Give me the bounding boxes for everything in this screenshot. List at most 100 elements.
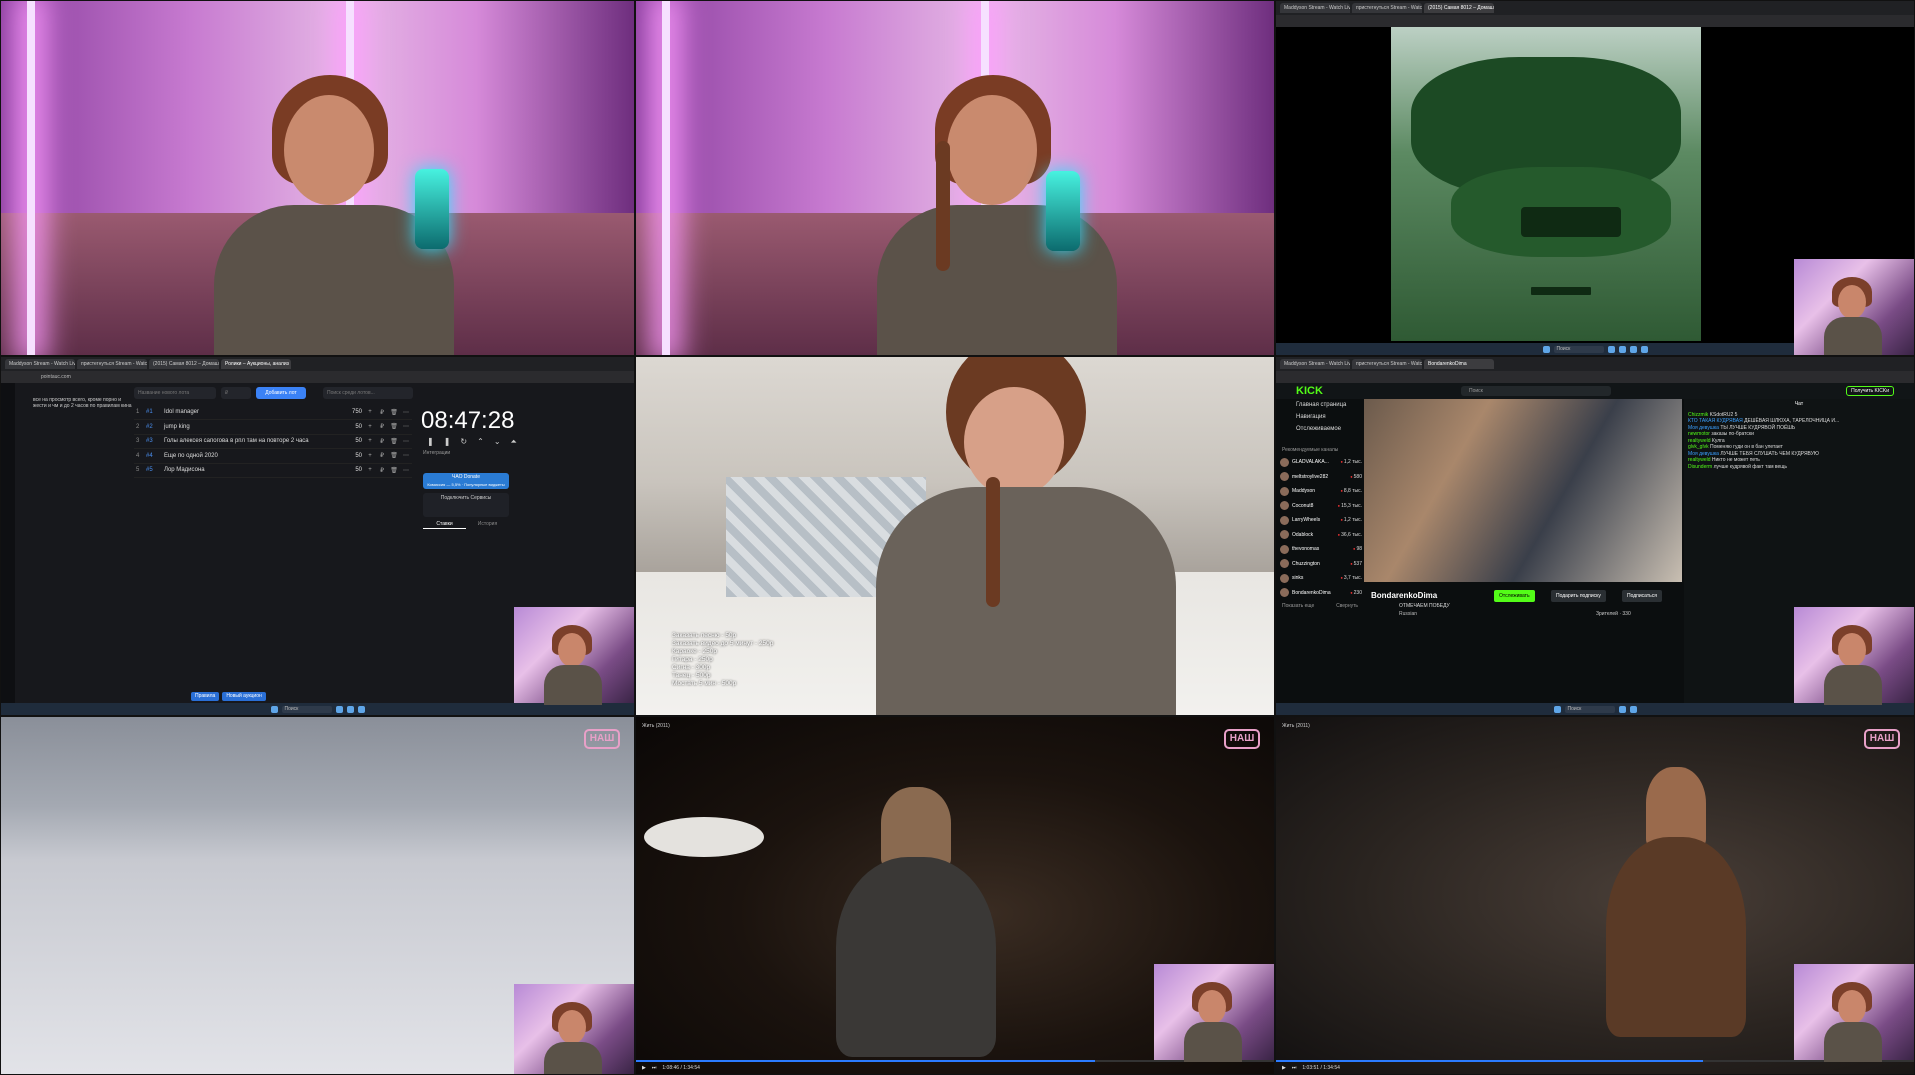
more-icon[interactable]: ⋯	[400, 434, 412, 449]
lot-name[interactable]: Лор Мадисона	[162, 463, 334, 478]
app-icon[interactable]	[1607, 345, 1615, 353]
next-icon[interactable]: ⏭	[652, 1065, 657, 1071]
kick-logo[interactable]: KICK	[1296, 385, 1323, 397]
jump-king-game[interactable]	[1391, 27, 1701, 341]
chat-user[interactable]: Disunderm	[1688, 464, 1712, 470]
app-icon[interactable]	[1640, 345, 1648, 353]
channel-item[interactable]: thevonomas 98	[1276, 542, 1364, 557]
chat-user[interactable]: realtyweld	[1688, 438, 1711, 444]
plus-icon[interactable]: +	[364, 405, 376, 420]
channel-item[interactable]: LarryWheels 1,2 тыс.	[1276, 513, 1364, 528]
windows-icon[interactable]	[270, 705, 278, 713]
sidebar-item-home[interactable]: Главная страница	[1276, 399, 1364, 411]
chat-user[interactable]: glvk_glvk	[1688, 444, 1709, 450]
lot-price[interactable]: 50	[334, 448, 364, 464]
windows-icon[interactable]	[1542, 345, 1550, 353]
app-icon[interactable]	[1629, 705, 1637, 713]
new-lot-input[interactable]: Название нового лота	[134, 387, 216, 399]
ruble-icon[interactable]: ₽	[376, 463, 388, 478]
address-bar[interactable]	[1276, 15, 1914, 27]
ruble-icon[interactable]: ₽	[376, 448, 388, 464]
channel-item[interactable]: BondarenkoDima 230	[1276, 586, 1364, 601]
trash-icon[interactable]: 🗑	[388, 463, 400, 478]
show-more-link[interactable]: Показать еще	[1282, 603, 1314, 609]
browser-tab[interactable]: пристегнуться Stream - Watch	[1352, 3, 1422, 13]
more-icon[interactable]: ⋯	[400, 463, 412, 478]
chat-user[interactable]: Моя девушка	[1688, 451, 1719, 457]
lot-price[interactable]: 50	[334, 419, 364, 435]
channel-item[interactable]: Chuzzington 537	[1276, 557, 1364, 572]
plus-icon[interactable]: +	[364, 463, 376, 478]
integrations-label[interactable]: Интеграции	[423, 450, 450, 456]
kick-search-input[interactable]: Поиск	[1461, 386, 1611, 396]
ruble-icon[interactable]: ₽	[376, 434, 388, 449]
streamer-name[interactable]: BondarenkoDima	[1371, 591, 1437, 600]
lot-search-input[interactable]: Поиск среди лотов...	[323, 387, 413, 399]
browser-tab[interactable]: Maddyson Stream - Watch Liv	[5, 359, 75, 369]
tab-history[interactable]: История	[466, 519, 509, 529]
lot-name[interactable]: Голы алексея сапогова в рпл там на повто…	[162, 434, 334, 449]
tab-bids[interactable]: Ставки	[423, 519, 466, 529]
channel-item[interactable]: Odablock 36,6 тыс.	[1276, 528, 1364, 543]
plus-icon[interactable]: +	[364, 419, 376, 435]
lot-name[interactable]: Idol manager	[162, 405, 334, 420]
chat-user[interactable]: Chizzmik	[1688, 412, 1708, 418]
app-icon[interactable]	[357, 705, 365, 713]
channel-item[interactable]: Coconut8 15,3 тыс.	[1276, 499, 1364, 514]
channel-item[interactable]: Maddyson 8,8 тыс.	[1276, 484, 1364, 499]
app-icon[interactable]	[1618, 705, 1626, 713]
browser-tab[interactable]: Ролики – Аукционы, анализ	[221, 359, 291, 369]
chat-user[interactable]: КТО ТАКАЯ КУДРЯВАЯ	[1688, 418, 1743, 424]
taskbar-search[interactable]: Поиск	[1553, 345, 1604, 353]
stream-video[interactable]	[1364, 399, 1682, 582]
browser-tab[interactable]: Maddyson Stream - Watch Liv	[1280, 359, 1350, 369]
donate-integration-button[interactable]: ЧАО Donate Комиссия — 5,5% · Популярные …	[423, 473, 509, 489]
taskbar-search[interactable]: Поиск	[281, 705, 332, 713]
trash-icon[interactable]: 🗑	[388, 448, 400, 464]
lot-price[interactable]: 50	[334, 434, 364, 449]
follow-button[interactable]: Отслеживать	[1494, 590, 1535, 602]
trash-icon[interactable]: 🗑	[388, 434, 400, 449]
chat-user[interactable]: Моя девушка	[1688, 425, 1719, 431]
windows-icon[interactable]	[1553, 705, 1561, 713]
sidebar-item-browse[interactable]: Навигация	[1276, 411, 1364, 423]
browser-tab[interactable]: пристегнуться Stream - Watch	[1352, 359, 1422, 369]
channel-item[interactable]: sinks 3,7 тыс.	[1276, 571, 1364, 586]
play-icon[interactable]: ▶	[642, 1065, 646, 1071]
address-bar[interactable]	[1276, 371, 1914, 383]
lot-price-input[interactable]: ₽	[221, 387, 251, 399]
lot-name[interactable]: jump king	[162, 419, 334, 435]
get-kicks-button[interactable]: Получить KICKи	[1846, 386, 1894, 396]
play-icon[interactable]: ▶	[1282, 1065, 1286, 1071]
more-icon[interactable]: ⋯	[400, 448, 412, 464]
add-lot-button[interactable]: Добавить лот	[256, 387, 306, 399]
browser-tab[interactable]: Maddyson Stream - Watch Liv	[1280, 3, 1350, 13]
collapse-link[interactable]: Свернуть	[1336, 603, 1358, 609]
timer-controls[interactable]: ❚❚↻⌃⌄⏶	[427, 437, 527, 447]
app-icon[interactable]	[1618, 345, 1626, 353]
chat-user[interactable]: realtyweld	[1688, 457, 1711, 463]
ruble-icon[interactable]: ₽	[376, 419, 388, 435]
channel-item[interactable]: meltstroylive282 580	[1276, 470, 1364, 485]
chat-user[interactable]: newmotor	[1688, 431, 1710, 437]
rules-button[interactable]: Правила	[191, 692, 220, 701]
trash-icon[interactable]: 🗑	[388, 405, 400, 420]
new-auction-button[interactable]: Новый аукцион	[222, 692, 266, 701]
browser-tab[interactable]: (2015) Самая 8012 – Домаш	[1424, 3, 1494, 13]
lot-price[interactable]: 750	[334, 405, 364, 420]
trash-icon[interactable]: 🗑	[388, 419, 400, 435]
connect-services-button[interactable]: Подключить Сервисы	[423, 493, 509, 517]
lot-price[interactable]: 50	[334, 463, 364, 478]
app-icon[interactable]	[346, 705, 354, 713]
ruble-icon[interactable]: ₽	[376, 405, 388, 420]
browser-tab[interactable]: BondarenkoDima	[1424, 359, 1494, 369]
lot-name[interactable]: Еще по одной 2020	[162, 448, 334, 464]
more-icon[interactable]: ⋯	[400, 419, 412, 435]
auction-note[interactable]: все на просмотр всего, кроме порно и жес…	[33, 397, 133, 409]
plus-icon[interactable]: +	[364, 448, 376, 464]
taskbar-search[interactable]: Поиск	[1564, 705, 1615, 713]
subscribe-button[interactable]: Подписаться	[1622, 590, 1662, 602]
browser-tab[interactable]: пристегнуться Stream - Watch	[77, 359, 147, 369]
more-icon[interactable]: ⋯	[400, 405, 412, 420]
plus-icon[interactable]: +	[364, 434, 376, 449]
